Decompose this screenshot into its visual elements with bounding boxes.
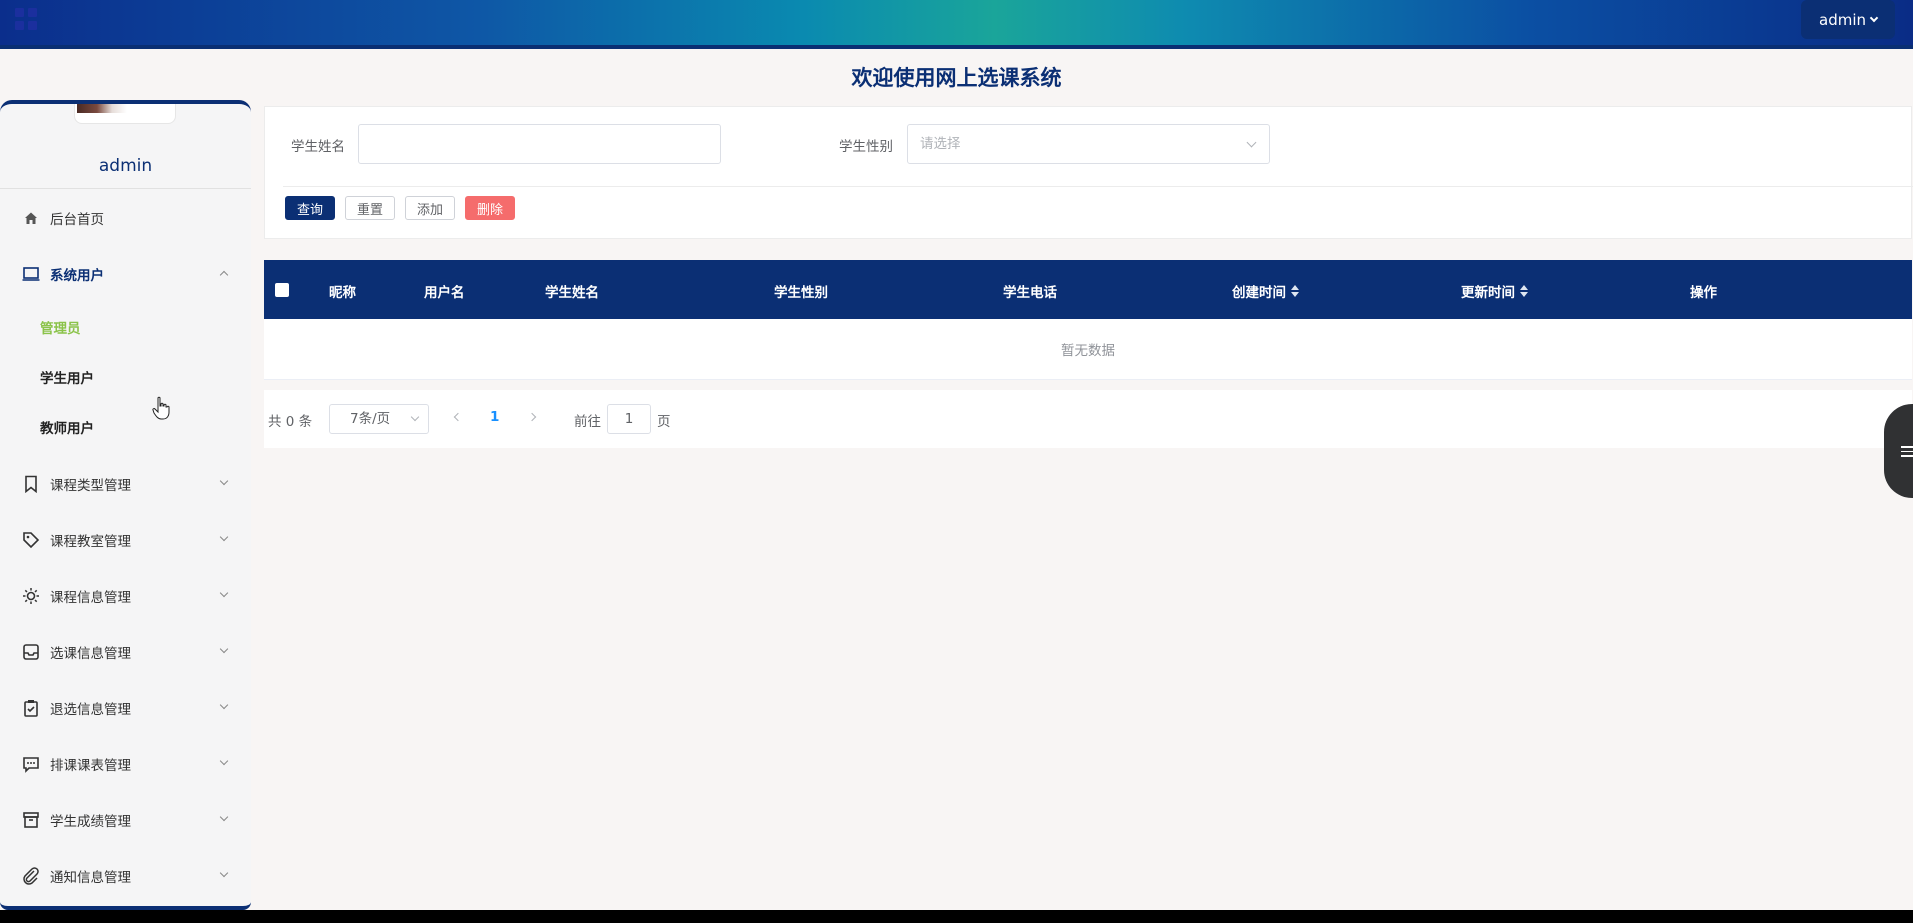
sidebar-item-label: 课程信息管理 (50, 590, 131, 606)
sidebar-subitem-label: 教师用户 (40, 421, 94, 437)
chevron-down-icon (219, 476, 229, 486)
bottom-bar (0, 910, 1913, 923)
sort-icon[interactable] (1520, 285, 1528, 297)
select-all-checkbox[interactable] (275, 283, 289, 297)
prev-page-icon[interactable] (453, 412, 463, 422)
query-button[interactable]: 查询 (285, 196, 335, 220)
sidebar-item-label: 课程类型管理 (50, 478, 131, 494)
chevron-down-icon (219, 868, 229, 878)
sidebar-item-label: 课程教室管理 (50, 534, 131, 550)
sidebar-subitem-teacher-users[interactable]: 教师用户 (0, 407, 251, 447)
users-table: 昵称 用户名 学生姓名 学生性别 学生电话 创建时间 更新时间 操作 暂无数据 (264, 260, 1912, 380)
sidebar-subitem-admin[interactable]: 管理员 (0, 307, 251, 347)
student-name-input[interactable] (358, 124, 721, 164)
chevron-down-icon (219, 812, 229, 822)
sidebar-item-course-room[interactable]: 课程教室管理 (0, 520, 251, 560)
goto-label: 前往 (574, 414, 601, 430)
column-header-nickname[interactable]: 昵称 (329, 281, 356, 301)
sidebar-item-grades[interactable]: 学生成绩管理 (0, 800, 251, 840)
avatar-photo (77, 104, 127, 113)
chevron-down-icon (1869, 13, 1879, 23)
chat-bubble-icon (22, 755, 40, 773)
chevron-down-icon (219, 756, 229, 766)
archive-box-icon (22, 811, 40, 829)
sun-icon (22, 587, 40, 605)
next-page-icon[interactable] (527, 412, 537, 422)
sidebar-item-system-users[interactable]: 系统用户 (0, 254, 251, 294)
monitor-icon (22, 265, 40, 283)
side-drawer-handle[interactable] (1884, 404, 1913, 498)
chevron-up-icon (219, 270, 229, 280)
column-header-student-name[interactable]: 学生姓名 (545, 281, 599, 301)
divider (283, 186, 1913, 187)
sidebar-subitem-label: 学生用户 (40, 371, 94, 387)
table-empty-text: 暂无数据 (264, 319, 1912, 380)
reset-button[interactable]: 重置 (345, 196, 395, 220)
page-number-current[interactable]: 1 (490, 409, 499, 425)
sidebar-item-label: 选课信息管理 (50, 646, 131, 662)
hand-cursor-icon (152, 396, 170, 420)
sidebar-item-home[interactable]: 后台首页 (0, 198, 251, 238)
add-button[interactable]: 添加 (405, 196, 455, 220)
menu-lines-icon (1901, 446, 1913, 460)
sort-icon[interactable] (1291, 285, 1299, 297)
sidebar-item-label: 系统用户 (50, 268, 104, 284)
sidebar-item-course-info[interactable]: 课程信息管理 (0, 576, 251, 616)
sidebar-item-label: 退选信息管理 (50, 702, 131, 718)
sidebar-item-label: 后台首页 (50, 212, 104, 228)
divider (0, 188, 251, 189)
student-gender-select[interactable]: 请选择 (907, 124, 1270, 164)
page-size-select[interactable]: 7条/页 (329, 404, 429, 434)
paperclip-icon (22, 867, 40, 885)
user-menu-button[interactable]: admin (1801, 0, 1895, 39)
table-header: 昵称 用户名 学生姓名 学生性别 学生电话 创建时间 更新时间 操作 (264, 260, 1912, 319)
sidebar: admin 后台首页 系统用户 管理员 学生用户 教师用户 课程类型管理 课程教… (0, 100, 251, 910)
apps-grid-icon[interactable] (15, 8, 37, 30)
sidebar-item-label: 通知信息管理 (50, 870, 131, 886)
student-name-label: 学生姓名 (291, 139, 345, 155)
tag-icon (22, 531, 40, 549)
delete-button[interactable]: 删除 (465, 196, 515, 220)
column-header-student-gender[interactable]: 学生性别 (774, 281, 828, 301)
sidebar-item-schedule[interactable]: 排课课表管理 (0, 744, 251, 784)
sidebar-username: admin (98, 156, 153, 176)
user-menu-label: admin (1819, 10, 1866, 29)
select-placeholder: 请选择 (920, 136, 961, 152)
column-header-label: 更新时间 (1461, 285, 1515, 301)
column-header-student-phone[interactable]: 学生电话 (1003, 281, 1057, 301)
chevron-down-icon (219, 532, 229, 542)
sidebar-subitem-student-users[interactable]: 学生用户 (0, 357, 251, 397)
column-header-actions: 操作 (1690, 285, 1717, 301)
home-icon (22, 209, 40, 227)
sidebar-item-selection-info[interactable]: 选课信息管理 (0, 632, 251, 672)
sidebar-item-notices[interactable]: 通知信息管理 (0, 856, 251, 896)
inbox-icon (22, 643, 40, 661)
chevron-down-icon (410, 412, 420, 422)
goto-page-input[interactable]: 1 (607, 404, 651, 434)
page-suffix-label: 页 (657, 414, 671, 430)
column-header-updated-time[interactable]: 更新时间 (1461, 281, 1528, 301)
page-title: 欢迎使用网上选课系统 (851, 66, 1062, 90)
page-size-value: 7条/页 (350, 411, 391, 427)
sidebar-item-course-type[interactable]: 课程类型管理 (0, 464, 251, 504)
chevron-down-icon (1246, 137, 1257, 148)
sidebar-item-label: 学生成绩管理 (50, 814, 131, 830)
pagination: 共 0 条 7条/页 1 前往 1 页 (264, 390, 1912, 448)
pagination-total: 共 0 条 (268, 414, 313, 430)
bookmark-icon (22, 475, 40, 493)
chevron-down-icon (219, 700, 229, 710)
column-header-username[interactable]: 用户名 (424, 281, 465, 301)
column-header-label: 创建时间 (1232, 285, 1286, 301)
top-navbar: admin (0, 0, 1913, 49)
sidebar-item-withdraw-info[interactable]: 退选信息管理 (0, 688, 251, 728)
sidebar-item-label: 排课课表管理 (50, 758, 131, 774)
search-panel: 学生姓名 学生性别 请选择 查询 重置 添加 删除 (264, 106, 1913, 239)
sidebar-subitem-label: 管理员 (40, 321, 81, 337)
chevron-down-icon (219, 644, 229, 654)
clipboard-check-icon (22, 699, 40, 717)
student-gender-label: 学生性别 (839, 139, 893, 155)
avatar[interactable] (74, 104, 176, 124)
column-header-created-time[interactable]: 创建时间 (1232, 281, 1299, 301)
chevron-down-icon (219, 588, 229, 598)
